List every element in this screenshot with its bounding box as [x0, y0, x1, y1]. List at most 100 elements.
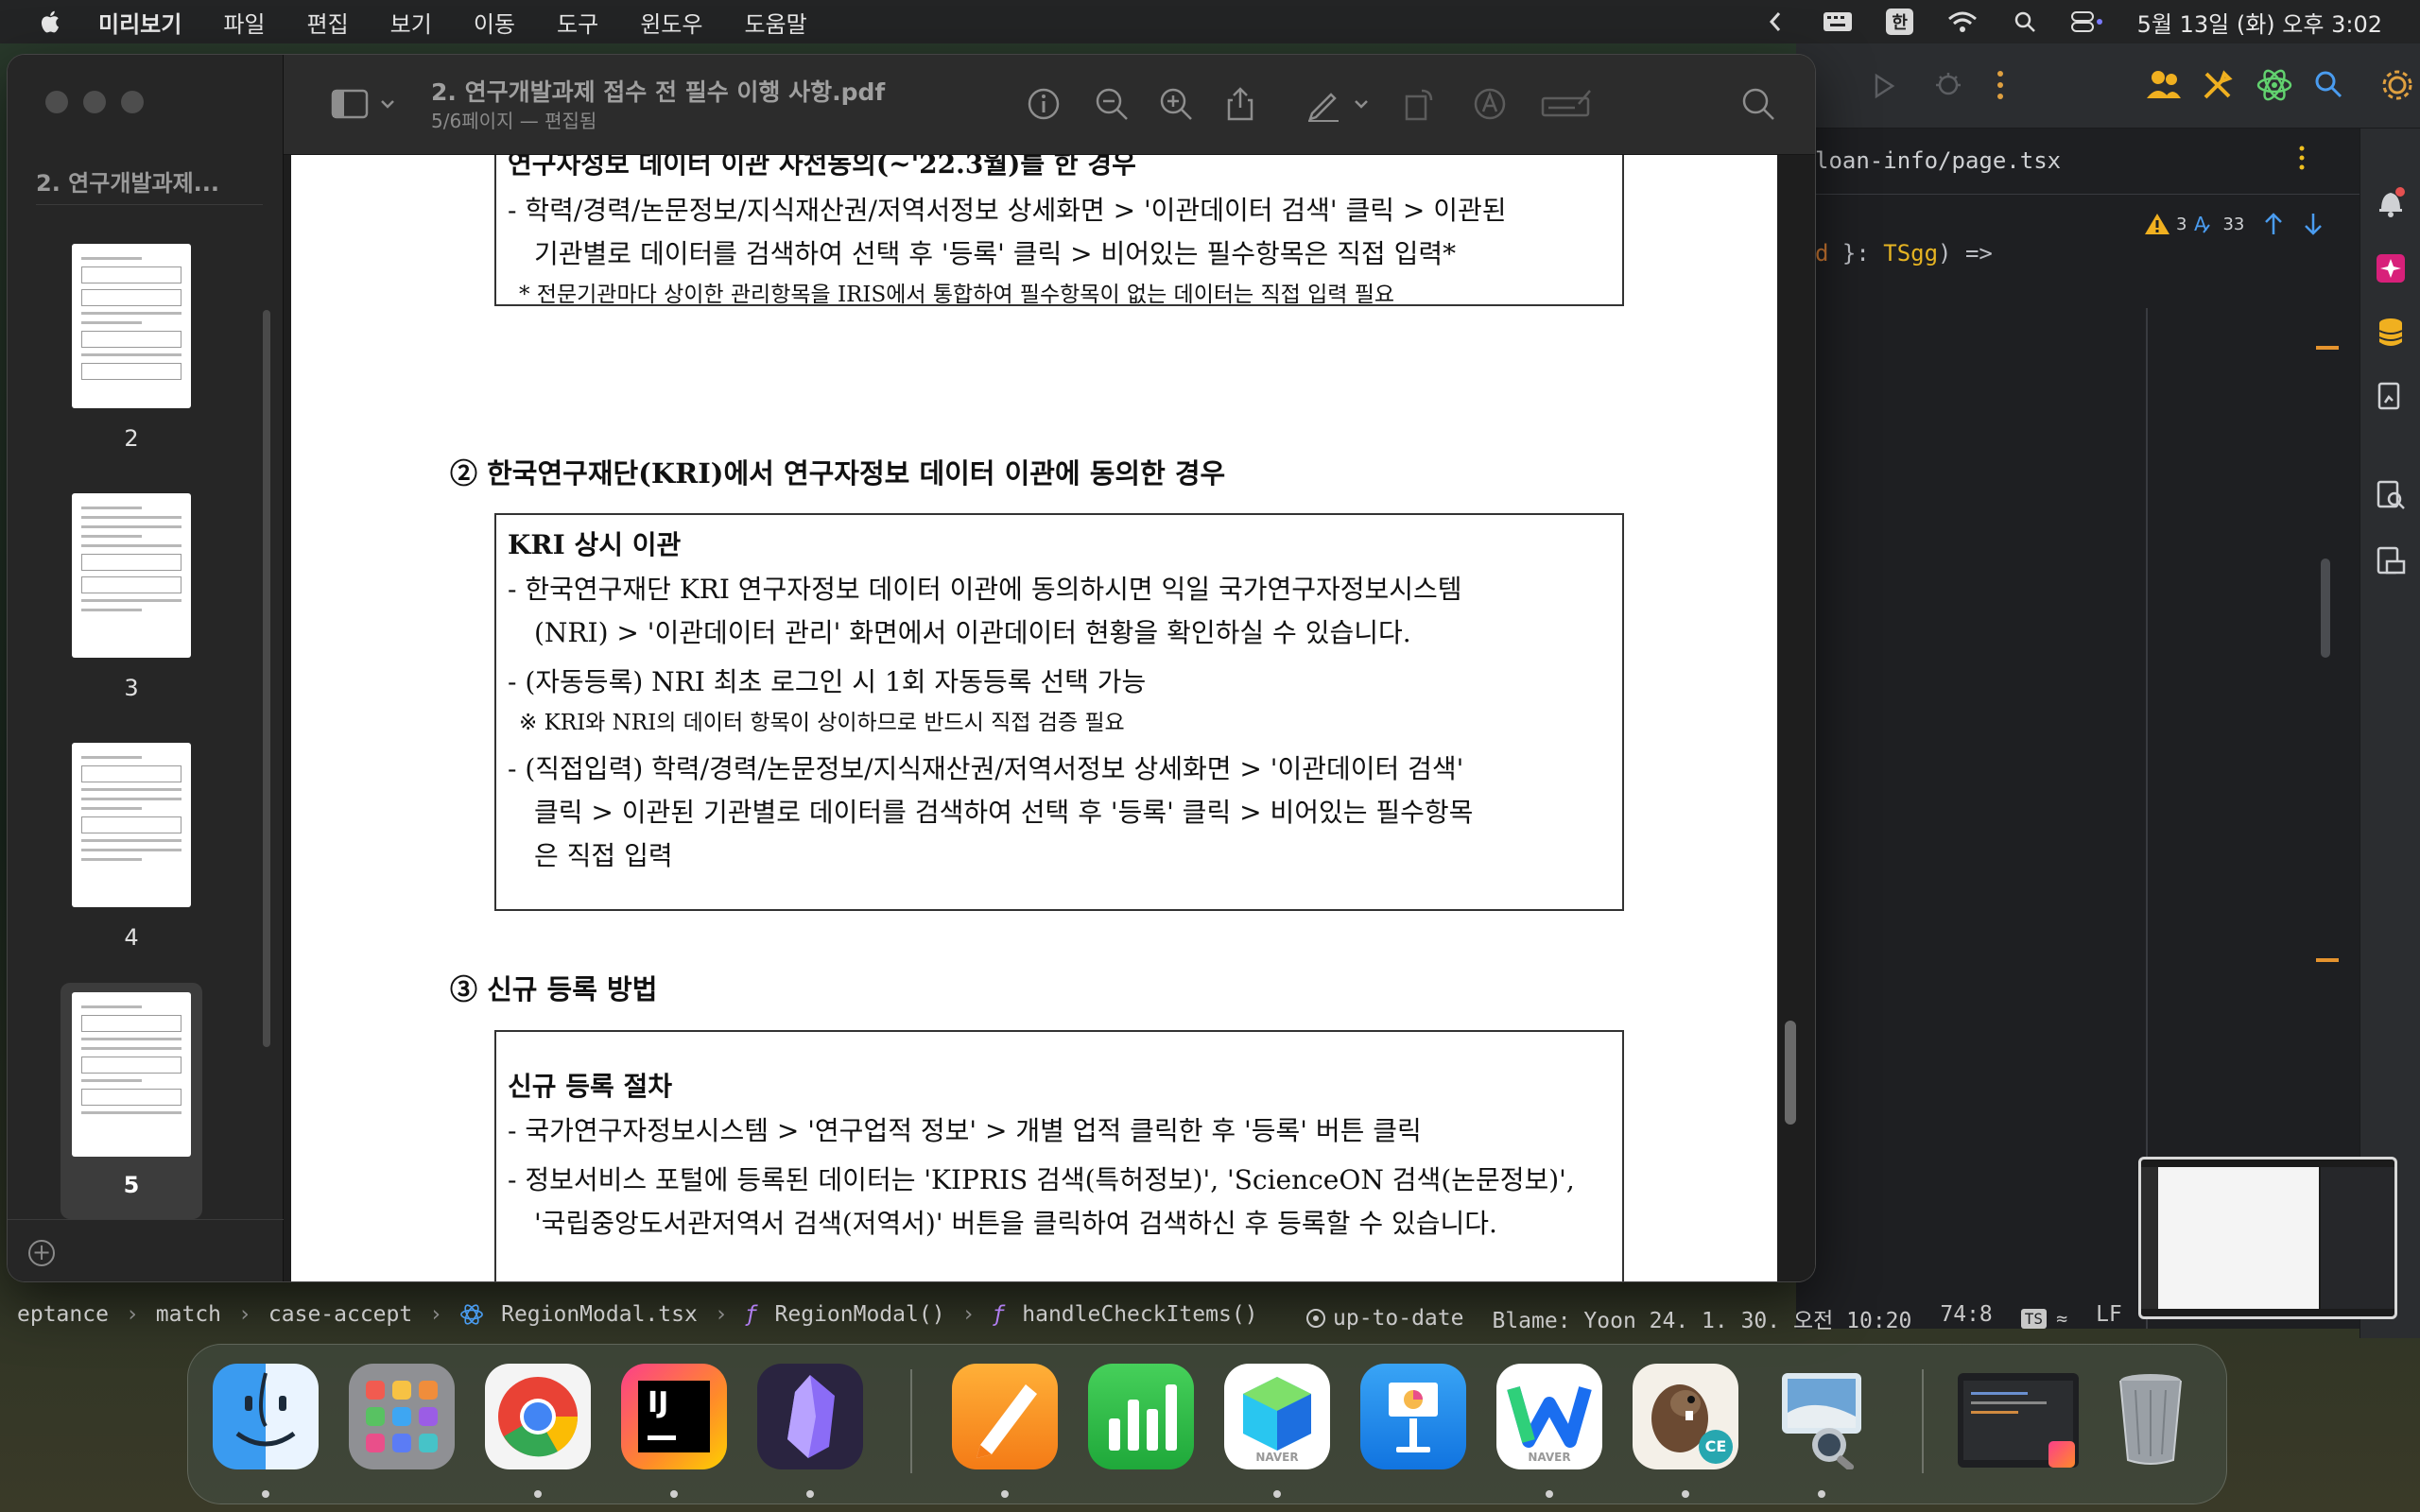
close-button[interactable] — [45, 91, 68, 113]
highlight-icon[interactable] — [1471, 85, 1509, 123]
dock-app-keynote[interactable] — [1360, 1364, 1466, 1469]
control-center-icon[interactable] — [2070, 9, 2103, 35]
react-icon[interactable] — [2256, 66, 2293, 104]
page-number: 3 — [124, 675, 139, 701]
zoom-out-icon[interactable] — [1093, 85, 1131, 123]
menu-file[interactable]: 파일 — [223, 6, 265, 39]
database-icon[interactable] — [2374, 316, 2408, 350]
intellij-badge-icon — [2048, 1441, 2075, 1468]
settings-gear-icon[interactable] — [2380, 68, 2414, 102]
cursor-position[interactable]: 74:8 — [1940, 1302, 1992, 1334]
apple-logo-icon[interactable] — [38, 9, 64, 35]
blame-info[interactable]: Blame: Yoon 24. 1. 30. 오전 10:20 — [1492, 1302, 1911, 1334]
dock-app-chrome[interactable] — [485, 1364, 591, 1469]
code-line[interactable]: d }: TSgg) => — [1815, 240, 1993, 266]
build-tools-icon[interactable] — [2201, 68, 2235, 102]
coverage-icon[interactable] — [2374, 380, 2408, 414]
dock-app-naver-whale[interactable]: NAVER — [1224, 1364, 1330, 1469]
zoom-button[interactable] — [121, 91, 144, 113]
screenshot-preview-thumbnail[interactable] — [2138, 1157, 2397, 1319]
dock-app-pages[interactable] — [952, 1364, 1058, 1469]
menu-help[interactable]: 도움말 — [744, 6, 806, 39]
dock-app-numbers[interactable] — [1088, 1364, 1194, 1469]
rotate-icon[interactable] — [1401, 85, 1439, 123]
document-scrollbar[interactable] — [1785, 1021, 1796, 1125]
page-thumbnail[interactable] — [72, 493, 191, 658]
users-icon[interactable] — [2146, 68, 2182, 100]
page-thumbnail[interactable] — [72, 743, 191, 907]
dock-minimized-window[interactable] — [1958, 1373, 2079, 1468]
menubar-clock[interactable]: 5월 13일 (화) 오후 3:02 — [2137, 6, 2382, 39]
page-thumbnail-selected[interactable] — [72, 992, 191, 1157]
minimize-button[interactable] — [83, 91, 106, 113]
ide-search-icon[interactable] — [2314, 70, 2342, 98]
box-item: - 한국연구재단 KRI 연구자정보 데이터 이관에 동의하시면 익일 국가연구… — [508, 574, 1462, 605]
notifications-bell-icon[interactable] — [2374, 185, 2408, 219]
page-number: 2 — [124, 425, 139, 452]
breadcrumb-item[interactable]: eptance — [17, 1302, 109, 1327]
breadcrumb-item[interactable]: match — [156, 1302, 221, 1327]
markup-pen-icon[interactable] — [1305, 85, 1342, 123]
ai-assistant-icon[interactable] — [2374, 251, 2408, 285]
preview-photos-icon — [1782, 1373, 1861, 1469]
inspection-widget[interactable]: 3 A 33 — [2144, 212, 2324, 236]
search-icon[interactable] — [1739, 85, 1777, 123]
run-icon[interactable] — [1872, 72, 1896, 100]
info-icon[interactable] — [1025, 85, 1063, 123]
dock-app-dbeaver[interactable]: CE — [1633, 1364, 1738, 1469]
find-file-icon[interactable] — [2374, 478, 2408, 512]
signature-form-icon[interactable] — [1541, 85, 1594, 123]
file-type-indicator[interactable]: TS ≈ — [2020, 1302, 2067, 1334]
tab-more-icon[interactable] — [2297, 144, 2307, 172]
dock-app-naver-works[interactable]: NAVER — [1496, 1364, 1602, 1469]
react-file-icon — [460, 1304, 483, 1325]
share-icon[interactable] — [1221, 85, 1259, 123]
menu-tools[interactable]: 도구 — [557, 6, 598, 39]
vcs-status[interactable]: up-to-date — [1305, 1302, 1463, 1334]
dock-app-finder[interactable] — [213, 1364, 319, 1469]
line-ending[interactable]: LF — [2096, 1302, 2122, 1334]
editor-scrollbar[interactable] — [2321, 558, 2330, 658]
breadcrumb-item[interactable]: case-accept — [268, 1302, 412, 1327]
more-vertical-icon[interactable] — [1995, 68, 2006, 102]
dock-app-preview[interactable] — [1769, 1364, 1875, 1469]
keyboard-icon[interactable] — [1822, 9, 1854, 35]
ide-breadcrumb: eptance › match › case-accept › RegionMo… — [17, 1302, 1258, 1327]
structure-icon[interactable] — [2374, 544, 2408, 578]
dock-app-obsidian[interactable] — [757, 1364, 863, 1469]
menu-edit[interactable]: 편집 — [307, 6, 349, 39]
chevron-left-icon[interactable] — [1759, 9, 1791, 35]
menu-view[interactable]: 보기 — [390, 6, 432, 39]
warning-marker[interactable] — [2316, 958, 2339, 962]
sidebar-toggle-icon[interactable] — [331, 85, 372, 123]
running-indicator — [262, 1490, 269, 1498]
arrow-up-icon[interactable] — [2263, 212, 2284, 236]
document-canvas[interactable]: 연구자정보 데이터 이관 사전동의(~'22.3월)를 한 경우 - 학력/경력… — [284, 155, 1815, 1281]
breadcrumb-item[interactable]: RegionModal.tsx — [501, 1302, 698, 1327]
dock-trash[interactable] — [2098, 1364, 2204, 1469]
typescript-icon: TS — [2020, 1308, 2048, 1329]
menu-window[interactable]: 윈도우 — [640, 6, 702, 39]
breadcrumb-item[interactable]: RegionModal() — [775, 1302, 945, 1327]
menu-go[interactable]: 이동 — [474, 6, 515, 39]
input-source-icon[interactable]: 한 — [1884, 9, 1916, 35]
intellij-logo-icon: IJ — [638, 1381, 710, 1452]
breadcrumb-item[interactable]: handleCheckItems() — [1022, 1302, 1257, 1327]
editor-tab[interactable]: loan-info/page.tsx — [1796, 129, 2363, 195]
dock-app-launchpad[interactable] — [349, 1364, 455, 1469]
dock-app-intellij[interactable]: IJ — [621, 1364, 727, 1469]
debug-icon[interactable] — [1933, 70, 1963, 100]
sidebar-scrollbar[interactable] — [263, 310, 270, 1047]
wifi-icon[interactable] — [1946, 9, 1979, 35]
typo-count: 33 — [2222, 214, 2245, 234]
add-page-icon[interactable]: + — [28, 1240, 55, 1266]
warning-marker[interactable] — [2316, 346, 2339, 350]
chevron-down-icon[interactable] — [378, 85, 397, 123]
keynote-podium-icon — [1389, 1383, 1438, 1452]
zoom-in-icon[interactable] — [1157, 85, 1195, 123]
page-thumbnail[interactable] — [72, 244, 191, 408]
menu-app-name[interactable]: 미리보기 — [98, 6, 182, 39]
search-icon[interactable] — [2009, 9, 2041, 35]
arrow-down-icon[interactable] — [2303, 212, 2324, 236]
chevron-down-icon[interactable] — [1352, 85, 1371, 123]
